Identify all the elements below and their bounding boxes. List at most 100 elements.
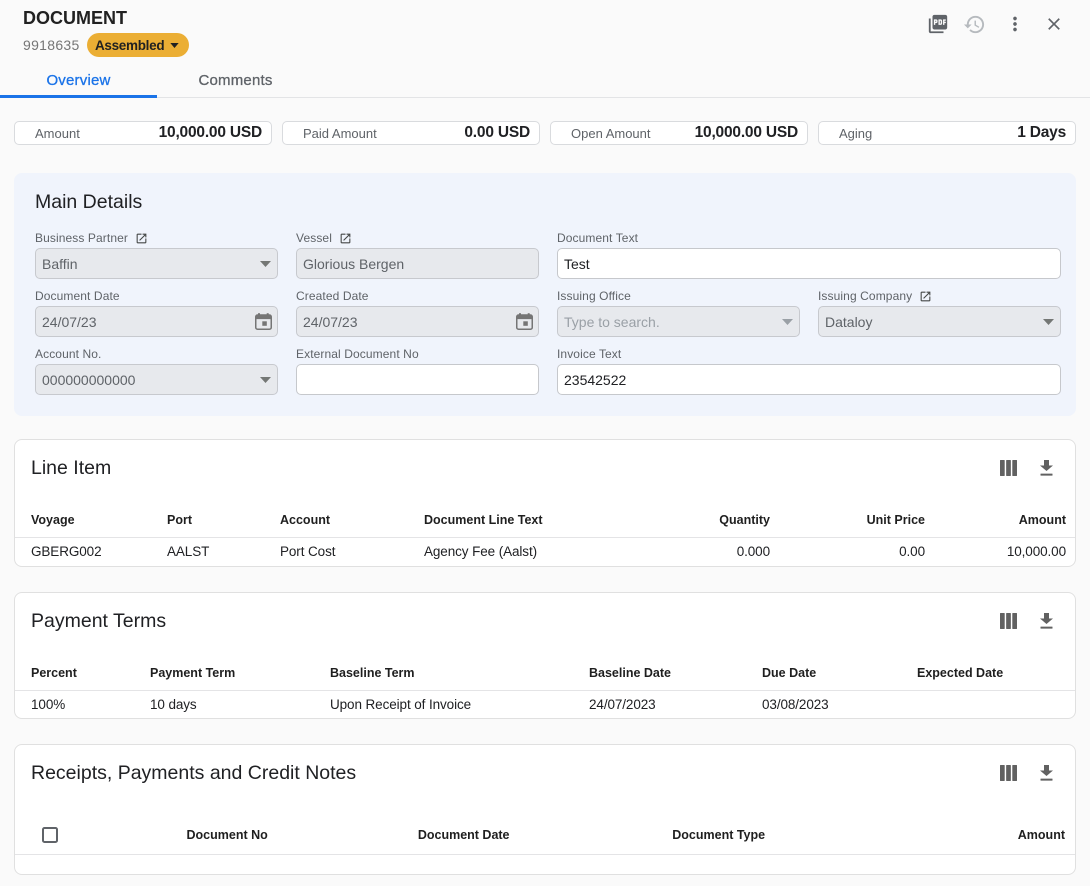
dropdown-caret-icon — [260, 377, 271, 383]
field-created-date: Created Date 24/07/23 — [296, 288, 539, 337]
status-dropdown-caret-icon — [170, 43, 179, 48]
main-details-panel: Main Details Business Partner Baffin Ves… — [14, 173, 1076, 416]
column-header[interactable]: Voyage — [15, 504, 167, 537]
field-issuing-company: Issuing Company Dataloy — [818, 288, 1061, 337]
summary-cards: Amount 10,000.00 USD Paid Amount 0.00 US… — [14, 121, 1076, 145]
more-options-button[interactable] — [1003, 12, 1027, 36]
field-document-text: Document Text Test — [557, 230, 1061, 279]
receipts-title: Receipts, Payments and Credit Notes — [31, 762, 356, 784]
field-issuing-office: Issuing Office Type to search. — [557, 288, 800, 337]
status-badge-label: Assembled — [95, 38, 164, 53]
external-document-no-input[interactable] — [296, 364, 539, 395]
header-actions — [0, 12, 1090, 36]
vessel-input[interactable]: Glorious Bergen — [296, 248, 539, 279]
open-in-new-icon[interactable] — [339, 232, 352, 245]
summary-label: Aging — [839, 126, 872, 141]
summary-value: 1 Days — [1017, 124, 1066, 142]
tab-overview[interactable]: Overview — [0, 57, 157, 98]
column-settings-button[interactable] — [996, 609, 1020, 633]
column-header[interactable]: Document No — [101, 828, 354, 842]
status-badge[interactable]: Assembled — [87, 33, 189, 57]
field-document-date: Document Date 24/07/23 — [35, 288, 278, 337]
line-item-table: Voyage Port Account Document Line Text Q… — [15, 504, 1075, 566]
column-header[interactable]: Payment Term — [150, 657, 330, 690]
column-header[interactable]: Amount — [935, 504, 1075, 537]
column-header[interactable]: Unit Price — [780, 504, 935, 537]
field-label: Vessel — [296, 231, 332, 245]
field-label: Created Date — [296, 289, 369, 303]
main-details-title: Main Details — [35, 191, 1061, 213]
close-button[interactable] — [1042, 12, 1066, 36]
column-header[interactable]: Port — [167, 504, 280, 537]
line-item-title: Line Item — [31, 457, 111, 479]
column-settings-button[interactable] — [996, 761, 1020, 785]
column-header[interactable]: Document Type — [574, 828, 863, 842]
dropdown-caret-icon — [782, 319, 793, 325]
main-details-fields: Business Partner Baffin Vessel Glorious … — [35, 230, 1061, 395]
field-account-no: Account No. 000000000000 — [35, 346, 278, 395]
tab-bar: Overview Comments — [0, 57, 1090, 98]
receipts-header-row: Document No Document Date Document Type … — [15, 809, 1075, 855]
summary-label: Open Amount — [571, 126, 651, 141]
calendar-icon — [516, 313, 533, 330]
column-header[interactable]: Amount — [863, 828, 1075, 842]
created-date-input[interactable]: 24/07/23 — [296, 306, 539, 337]
document-number: 9918635 — [23, 37, 80, 53]
field-invoice-text: Invoice Text 23542522 — [557, 346, 1061, 395]
issuing-company-select[interactable]: Dataloy — [818, 306, 1061, 337]
column-header[interactable]: Baseline Term — [330, 657, 589, 690]
summary-label: Paid Amount — [303, 126, 377, 141]
payment-terms-section: Payment Terms Percent Payment Term Basel… — [14, 592, 1076, 719]
field-label: Issuing Office — [557, 289, 631, 303]
select-all-checkbox[interactable] — [42, 827, 58, 843]
history-button[interactable] — [962, 12, 986, 36]
field-vessel: Vessel Glorious Bergen — [296, 230, 539, 279]
summary-card-aging: Aging 1 Days — [818, 121, 1076, 145]
column-header[interactable]: Document Line Text — [424, 504, 654, 537]
field-business-partner: Business Partner Baffin — [35, 230, 278, 279]
column-header[interactable]: Baseline Date — [589, 657, 762, 690]
pdf-export-button[interactable] — [926, 12, 950, 36]
summary-card-amount: Amount 10,000.00 USD — [14, 121, 272, 145]
summary-label: Amount — [35, 126, 80, 141]
summary-value: 0.00 USD — [464, 124, 530, 142]
download-button[interactable] — [1034, 609, 1058, 633]
calendar-icon — [255, 313, 272, 330]
summary-card-open-amount: Open Amount 10,000.00 USD — [550, 121, 808, 145]
open-in-new-icon[interactable] — [919, 290, 932, 303]
receipts-section: Receipts, Payments and Credit Notes Docu… — [14, 744, 1076, 875]
column-header[interactable]: Account — [280, 504, 424, 537]
payment-terms-table: Percent Payment Term Baseline Term Basel… — [15, 657, 1075, 718]
line-item-section: Line Item Voyage Port Account Document L… — [14, 439, 1076, 567]
receipts-empty-body — [15, 855, 1075, 874]
column-header[interactable]: Quantity — [654, 504, 780, 537]
field-label: Document Date — [35, 289, 120, 303]
document-text-input[interactable]: Test — [557, 248, 1061, 279]
summary-value: 10,000.00 USD — [159, 124, 262, 142]
document-detail-page: DOCUMENT 9918635 Assembled — [0, 0, 1090, 886]
invoice-text-input[interactable]: 23542522 — [557, 364, 1061, 395]
column-header[interactable]: Due Date — [762, 657, 917, 690]
field-external-document-no: External Document No — [296, 346, 539, 395]
field-label: Invoice Text — [557, 347, 621, 361]
column-header[interactable]: Percent — [15, 657, 150, 690]
field-label: External Document No — [296, 347, 419, 361]
account-no-select[interactable]: 000000000000 — [35, 364, 278, 395]
header: DOCUMENT 9918635 Assembled — [0, 0, 1090, 57]
business-partner-select[interactable]: Baffin — [35, 248, 278, 279]
tab-comments[interactable]: Comments — [157, 57, 314, 98]
summary-card-paid-amount: Paid Amount 0.00 USD — [282, 121, 540, 145]
table-row[interactable]: 100% 10 days Upon Receipt of Invoice 24/… — [15, 690, 1075, 718]
download-button[interactable] — [1034, 761, 1058, 785]
document-date-input[interactable]: 24/07/23 — [35, 306, 278, 337]
dropdown-caret-icon — [1043, 319, 1054, 325]
download-button[interactable] — [1034, 456, 1058, 480]
column-header[interactable]: Document Date — [353, 828, 574, 842]
column-settings-button[interactable] — [996, 456, 1020, 480]
table-row[interactable]: GBERG002 AALST Port Cost Agency Fee (Aal… — [15, 537, 1075, 566]
column-header[interactable]: Expected Date — [917, 657, 1075, 690]
document-number-row: 9918635 Assembled — [23, 33, 1090, 57]
summary-value: 10,000.00 USD — [695, 124, 798, 142]
open-in-new-icon[interactable] — [135, 232, 148, 245]
issuing-office-select[interactable]: Type to search. — [557, 306, 800, 337]
